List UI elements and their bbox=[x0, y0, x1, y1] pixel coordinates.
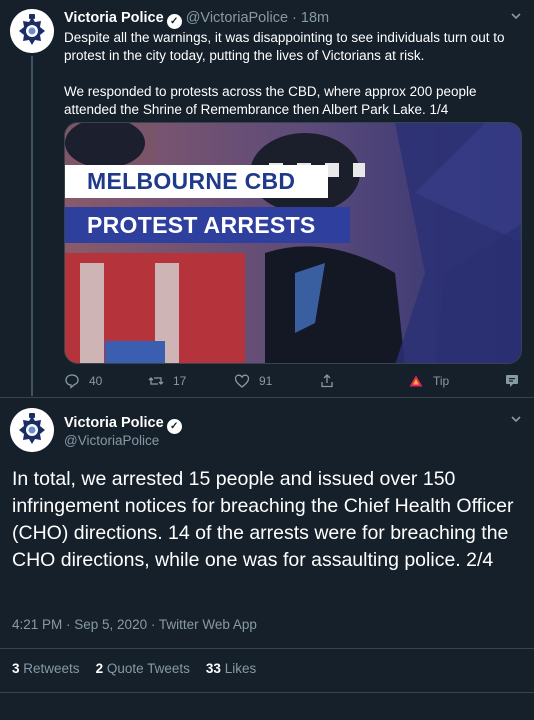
police-badge-icon bbox=[10, 9, 54, 53]
analytics-button[interactable] bbox=[504, 373, 520, 389]
retweet-count: 17 bbox=[173, 374, 187, 388]
media-title-line-1: MELBOURNE CBD bbox=[65, 165, 328, 198]
tweet-text: Despite all the warnings, it was disappo… bbox=[64, 29, 524, 137]
display-name[interactable]: Victoria Police bbox=[64, 10, 164, 26]
tweet-metadata[interactable]: 4:21 PM · Sep 5, 2020 · Twitter Web App bbox=[12, 617, 257, 632]
revue-icon bbox=[506, 375, 518, 387]
tweet-paragraph-1: Despite all the warnings, it was disappo… bbox=[64, 30, 505, 63]
retweets-count: 3 bbox=[12, 661, 20, 676]
tweet-actions: 40 17 91 Tip bbox=[64, 373, 524, 393]
reply-count: 40 bbox=[89, 374, 103, 388]
tweet-paragraph-2: We responded to protests across the CBD,… bbox=[64, 84, 477, 117]
likes-stat[interactable]: 33 Likes bbox=[206, 661, 256, 676]
quote-tweets-stat[interactable]: 2 Quote Tweets bbox=[96, 661, 190, 676]
handle[interactable]: @VictoriaPolice bbox=[186, 10, 288, 26]
likes-label: Likes bbox=[224, 661, 257, 676]
avatar[interactable] bbox=[10, 9, 54, 53]
retweet-button[interactable]: 17 bbox=[148, 373, 186, 389]
media-title-line-2: PROTEST ARRESTS bbox=[65, 207, 350, 243]
likes-count: 33 bbox=[205, 661, 221, 676]
tweet-header: Victoria Police ✓ bbox=[64, 415, 182, 434]
retweet-icon bbox=[148, 377, 164, 385]
tweet-text: In total, we arrested 15 people and issu… bbox=[12, 468, 514, 571]
police-badge-icon bbox=[10, 408, 54, 452]
heart-icon bbox=[234, 374, 250, 388]
divider bbox=[0, 692, 534, 693]
retweets-stat[interactable]: 3 Retweets bbox=[12, 661, 80, 676]
verified-icon: ✓ bbox=[166, 419, 182, 434]
share-button[interactable] bbox=[319, 373, 335, 389]
retweets-label: Retweets bbox=[23, 661, 80, 676]
chevron-down-icon[interactable] bbox=[510, 413, 522, 428]
handle[interactable]: @VictoriaPolice bbox=[64, 433, 159, 448]
tip-label: Tip bbox=[433, 374, 450, 388]
like-button[interactable]: 91 bbox=[234, 373, 272, 389]
share-icon bbox=[321, 374, 333, 388]
tip-button[interactable]: Tip bbox=[408, 373, 449, 389]
chevron-down-icon[interactable] bbox=[510, 10, 522, 25]
like-count: 91 bbox=[259, 374, 273, 388]
quote-tweets-label: Quote Tweets bbox=[106, 661, 190, 676]
timestamp[interactable]: 18m bbox=[301, 10, 329, 26]
divider bbox=[0, 397, 534, 398]
tweet-header: Victoria Police ✓ @VictoriaPolice · 18m bbox=[64, 10, 329, 29]
reply-button[interactable]: 40 bbox=[64, 373, 102, 389]
thread-line bbox=[31, 56, 33, 396]
divider bbox=[0, 648, 534, 649]
tweet-media-image[interactable]: MELBOURNE CBD PROTEST ARRESTS bbox=[64, 122, 522, 364]
separator: · bbox=[292, 10, 297, 26]
tip-icon bbox=[409, 375, 423, 387]
quote-tweets-count: 2 bbox=[95, 661, 104, 676]
display-name[interactable]: Victoria Police bbox=[64, 415, 164, 431]
avatar[interactable] bbox=[10, 408, 54, 452]
verified-icon: ✓ bbox=[166, 14, 182, 29]
reply-icon bbox=[65, 374, 79, 389]
engagement-stats: 3 Retweets 2 Quote Tweets 33 Likes bbox=[12, 661, 272, 676]
protest-photo bbox=[65, 123, 521, 363]
